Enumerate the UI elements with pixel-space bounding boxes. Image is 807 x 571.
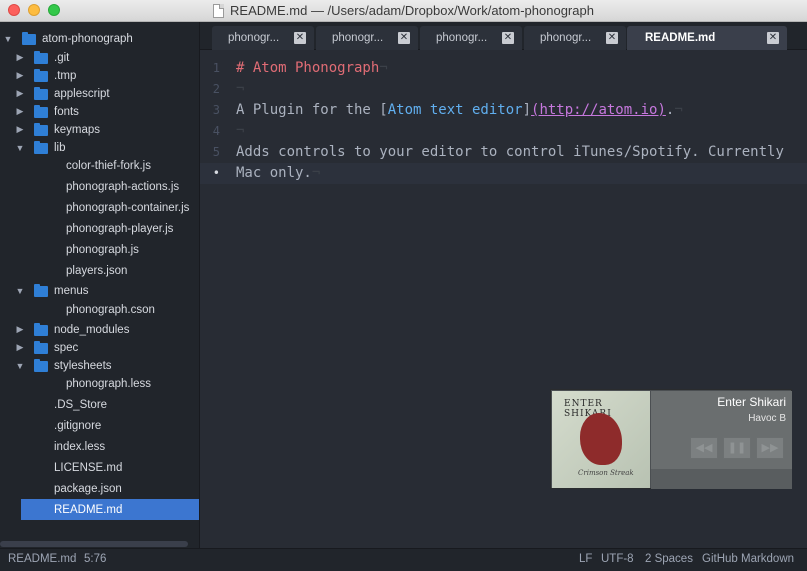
tree-horizontal-scrollbar[interactable] — [0, 541, 188, 547]
tree-item-file[interactable]: color-thief-fork.js — [0, 155, 199, 176]
close-window-button[interactable] — [8, 4, 20, 16]
track-progress-bar[interactable] — [651, 469, 792, 489]
folder-icon — [34, 323, 48, 336]
close-icon[interactable]: ✕ — [502, 32, 514, 44]
tree-view[interactable]: ▼ atom-phonograph ▶ .git ▶ .tmp ▶ apples… — [0, 22, 200, 548]
folder-icon — [34, 105, 48, 118]
fast-forward-icon: ▶▶ — [761, 442, 779, 454]
folder-icon — [34, 359, 48, 372]
status-cursor-position[interactable]: 5:76 — [84, 553, 106, 565]
code-line-2: ¬ — [236, 81, 245, 97]
chevron-down-icon[interactable]: ▼ — [15, 143, 25, 153]
tree-item-file[interactable]: phonograph-actions.js — [0, 176, 199, 197]
tree-item-file[interactable]: index.less — [0, 436, 199, 457]
tab-phonograph-2[interactable]: phonogr... ✕ — [316, 26, 418, 50]
album-name: Havoc B — [748, 413, 786, 424]
chevron-down-icon[interactable]: ▼ — [3, 34, 13, 44]
status-encoding[interactable]: UTF-8 — [601, 553, 634, 565]
status-indentation[interactable]: 2 Spaces — [645, 553, 693, 565]
tree-item-file[interactable]: phonograph.js — [0, 239, 199, 260]
code-line-5: Adds controls to your editor to control … — [236, 144, 784, 160]
chevron-down-icon[interactable]: ▼ — [15, 286, 25, 296]
chevron-down-icon[interactable]: ▼ — [15, 361, 25, 371]
previous-track-button[interactable]: ◀◀ — [690, 437, 718, 459]
folder-icon — [34, 341, 48, 354]
chevron-right-icon[interactable]: ▶ — [15, 70, 25, 81]
lion-emblem-icon — [580, 413, 622, 465]
tree-item-file[interactable]: LICENSE.md — [0, 457, 199, 478]
close-icon[interactable]: ✕ — [294, 32, 306, 44]
code-line-4: ¬ — [236, 123, 245, 139]
line-number: 3 — [212, 103, 220, 117]
window-title: README.md — /Users/adam/Dropbox/Work/ato… — [230, 3, 594, 18]
tab-bar: phonogr... ✕ phonogr... ✕ phonogr... ✕ p… — [200, 22, 807, 50]
tree-item-menus[interactable]: ▼ menus — [0, 280, 199, 301]
tree-root[interactable]: ▼ atom-phonograph — [0, 28, 199, 49]
close-icon[interactable]: ✕ — [606, 32, 618, 44]
close-icon[interactable]: ✕ — [767, 32, 779, 44]
pause-icon: ❚❚ — [727, 442, 747, 454]
status-file-name[interactable]: README.md — [8, 553, 76, 565]
line-number-current: • — [212, 166, 220, 180]
folder-icon — [34, 51, 48, 64]
chevron-right-icon[interactable]: ▶ — [15, 52, 25, 63]
next-track-button[interactable]: ▶▶ — [756, 437, 784, 459]
tree-item-file[interactable]: .DS_Store — [0, 394, 199, 415]
close-icon[interactable]: ✕ — [398, 32, 410, 44]
tree-item-file[interactable]: players.json — [0, 260, 199, 281]
line-number: 2 — [212, 82, 220, 96]
tree-item-file[interactable]: .gitignore — [0, 415, 199, 436]
chevron-right-icon[interactable]: ▶ — [15, 124, 25, 135]
folder-icon — [34, 87, 48, 100]
tree-item-file[interactable]: phonograph.cson — [0, 299, 199, 320]
tree-item-selected[interactable]: README.md — [21, 499, 199, 520]
title-bar: README.md — /Users/adam/Dropbox/Work/ato… — [0, 0, 807, 22]
chevron-right-icon[interactable]: ▶ — [15, 342, 25, 353]
status-grammar[interactable]: GitHub Markdown — [702, 553, 794, 565]
rewind-icon: ◀◀ — [695, 442, 713, 454]
play-pause-button[interactable]: ❚❚ — [723, 437, 751, 459]
line-number: 4 — [212, 124, 220, 138]
status-bar: README.md 5:76 LF UTF-8 2 Spaces GitHub … — [0, 548, 807, 571]
zoom-window-button[interactable] — [48, 4, 60, 16]
status-line-ending[interactable]: LF — [579, 553, 592, 565]
chevron-right-icon[interactable]: ▶ — [15, 106, 25, 117]
folder-icon — [34, 141, 48, 154]
tree-item-file[interactable]: package.json — [0, 478, 199, 499]
document-icon — [213, 3, 225, 18]
folder-icon — [34, 69, 48, 82]
folder-icon — [34, 284, 48, 297]
line-number-gutter[interactable]: 1 2 3 4 5 • — [200, 50, 226, 548]
tree-item-file[interactable]: phonograph.less — [0, 373, 199, 394]
line-number: 1 — [212, 61, 220, 75]
tree-item-file[interactable]: phonograph-container.js — [0, 197, 199, 218]
line-number: 5 — [212, 145, 220, 159]
code-line-3: A Plugin for the [Atom text editor](http… — [236, 102, 683, 118]
phonograph-player: ENTER SHIKARI Crimson Streak Enter Shika… — [550, 389, 792, 489]
tab-phonograph-1[interactable]: phonogr... ✕ — [212, 26, 314, 50]
tree-item-file[interactable]: phonograph-player.js — [0, 218, 199, 239]
code-line-5-wrap: Mac only.¬ — [236, 165, 321, 181]
tab-readme[interactable]: README.md ✕ — [627, 26, 787, 50]
code-line-1: # Atom Phonograph¬ — [236, 60, 388, 76]
tab-phonograph-4[interactable]: phonogr... ✕ — [524, 26, 626, 50]
chevron-right-icon[interactable]: ▶ — [15, 324, 25, 335]
minimize-window-button[interactable] — [28, 4, 40, 16]
url-link[interactable]: (http://atom.io) — [531, 102, 666, 118]
album-art: ENTER SHIKARI Crimson Streak — [552, 391, 650, 488]
folder-icon — [34, 123, 48, 136]
artist-name: Enter Shikari — [717, 395, 786, 409]
tab-phonograph-3[interactable]: phonogr... ✕ — [420, 26, 522, 50]
chevron-right-icon[interactable]: ▶ — [15, 88, 25, 99]
folder-icon — [22, 32, 36, 45]
